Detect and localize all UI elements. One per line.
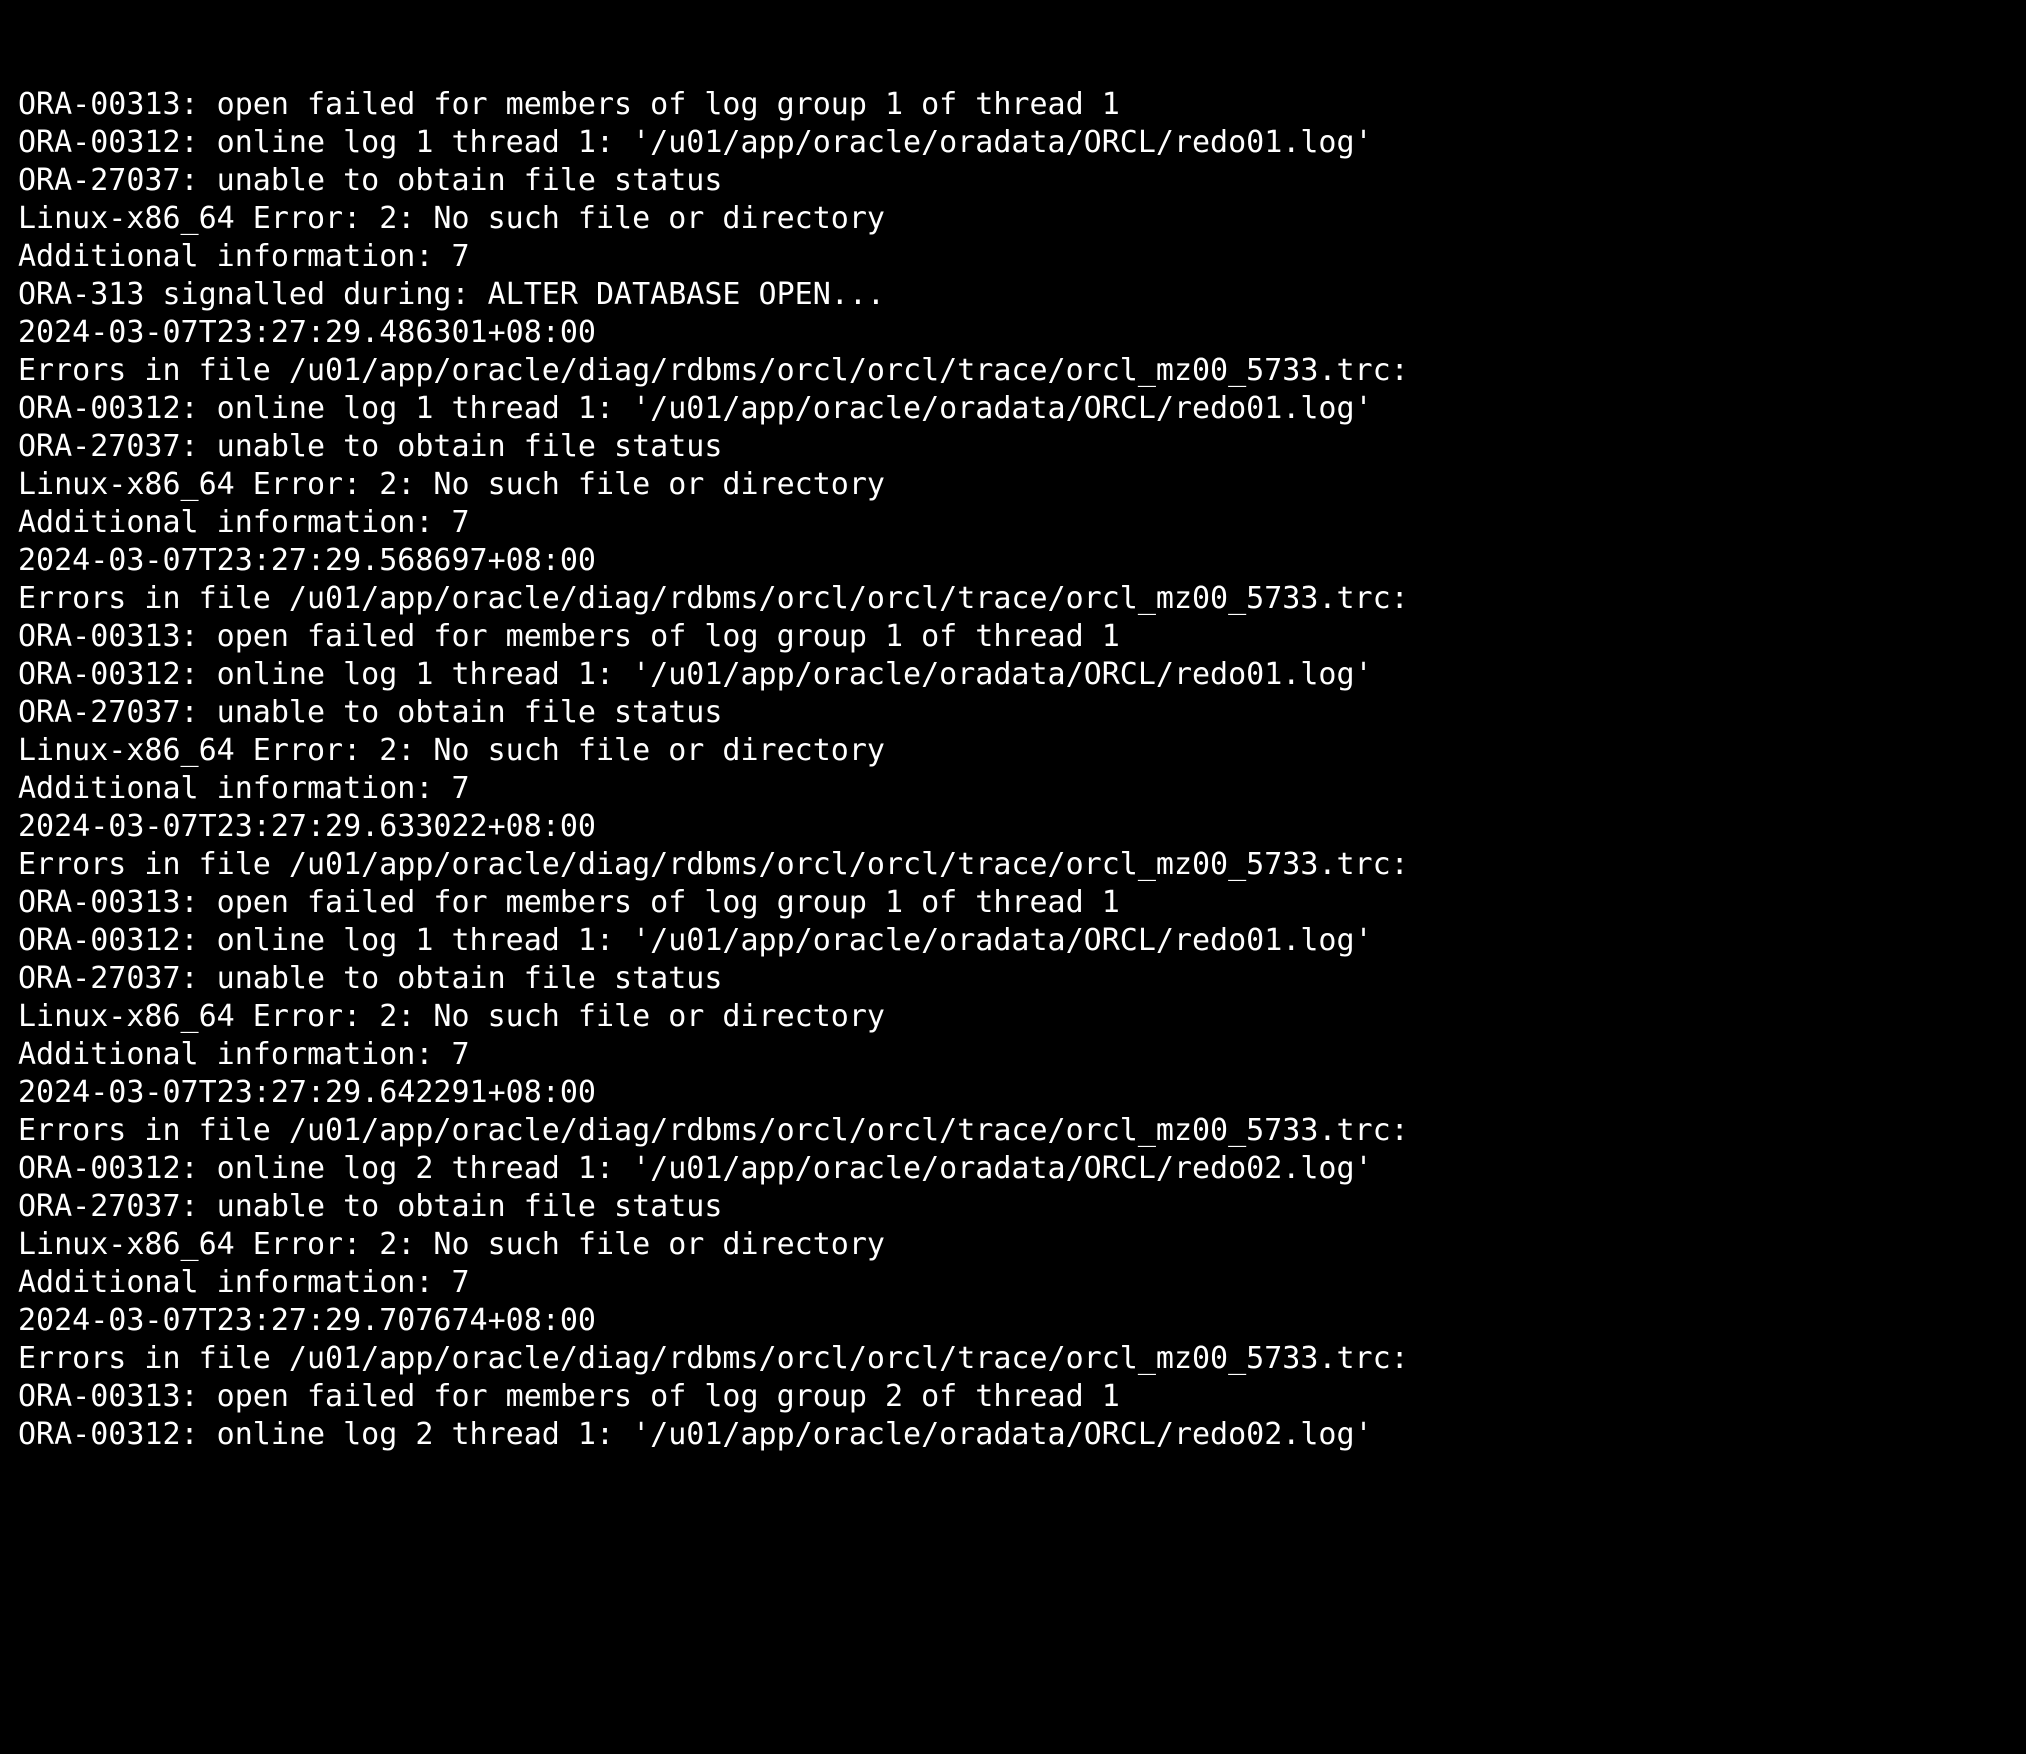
log-line: 2024-03-07T23:27:29.642291+08:00 — [18, 1075, 596, 1110]
log-line: Linux-x86_64 Error: 2: No such file or d… — [18, 201, 885, 236]
log-line: ORA-27037: unable to obtain file status — [18, 429, 723, 464]
log-line: Linux-x86_64 Error: 2: No such file or d… — [18, 733, 885, 768]
log-line: Linux-x86_64 Error: 2: No such file or d… — [18, 999, 885, 1034]
log-line: ORA-00312: online log 2 thread 1: '/u01/… — [18, 1417, 1373, 1452]
log-line: ORA-00313: open failed for members of lo… — [18, 1379, 1120, 1414]
log-line: 2024-03-07T23:27:29.486301+08:00 — [18, 315, 596, 350]
log-line: Errors in file /u01/app/oracle/diag/rdbm… — [18, 581, 1409, 616]
log-line: Errors in file /u01/app/oracle/diag/rdbm… — [18, 353, 1409, 388]
log-line: ORA-27037: unable to obtain file status — [18, 163, 723, 198]
log-line: ORA-27037: unable to obtain file status — [18, 695, 723, 730]
log-line: ORA-00312: online log 2 thread 1: '/u01/… — [18, 1151, 1373, 1186]
log-line: Additional information: 7 — [18, 1037, 470, 1072]
log-line: Linux-x86_64 Error: 2: No such file or d… — [18, 467, 885, 502]
log-line: Errors in file /u01/app/oracle/diag/rdbm… — [18, 1341, 1409, 1376]
log-line: Additional information: 7 — [18, 771, 470, 806]
log-line: Errors in file /u01/app/oracle/diag/rdbm… — [18, 847, 1409, 882]
log-line: ORA-00312: online log 1 thread 1: '/u01/… — [18, 391, 1373, 426]
log-line: ORA-00313: open failed for members of lo… — [18, 619, 1120, 654]
log-line: ORA-00313: open failed for members of lo… — [18, 885, 1120, 920]
log-line: ORA-313 signalled during: ALTER DATABASE… — [18, 277, 885, 312]
log-line: Linux-x86_64 Error: 2: No such file or d… — [18, 1227, 885, 1262]
log-line: Additional information: 7 — [18, 1265, 470, 1300]
log-line: ORA-00312: online log 1 thread 1: '/u01/… — [18, 657, 1373, 692]
log-line: ORA-27037: unable to obtain file status — [18, 961, 723, 996]
log-line: ORA-00312: online log 1 thread 1: '/u01/… — [18, 923, 1373, 958]
terminal-output-pane[interactable]: ORA-00313: open failed for members of lo… — [0, 0, 2026, 1754]
log-line: Errors in file /u01/app/oracle/diag/rdbm… — [18, 1113, 1409, 1148]
log-line: ORA-00312: online log 1 thread 1: '/u01/… — [18, 125, 1373, 160]
log-line: 2024-03-07T23:27:29.633022+08:00 — [18, 809, 596, 844]
log-line: ORA-00313: open failed for members of lo… — [18, 87, 1120, 122]
log-line: 2024-03-07T23:27:29.707674+08:00 — [18, 1303, 596, 1338]
log-line: Additional information: 7 — [18, 505, 470, 540]
log-line: ORA-27037: unable to obtain file status — [18, 1189, 723, 1224]
log-line: Additional information: 7 — [18, 239, 470, 274]
log-line: 2024-03-07T23:27:29.568697+08:00 — [18, 543, 596, 578]
